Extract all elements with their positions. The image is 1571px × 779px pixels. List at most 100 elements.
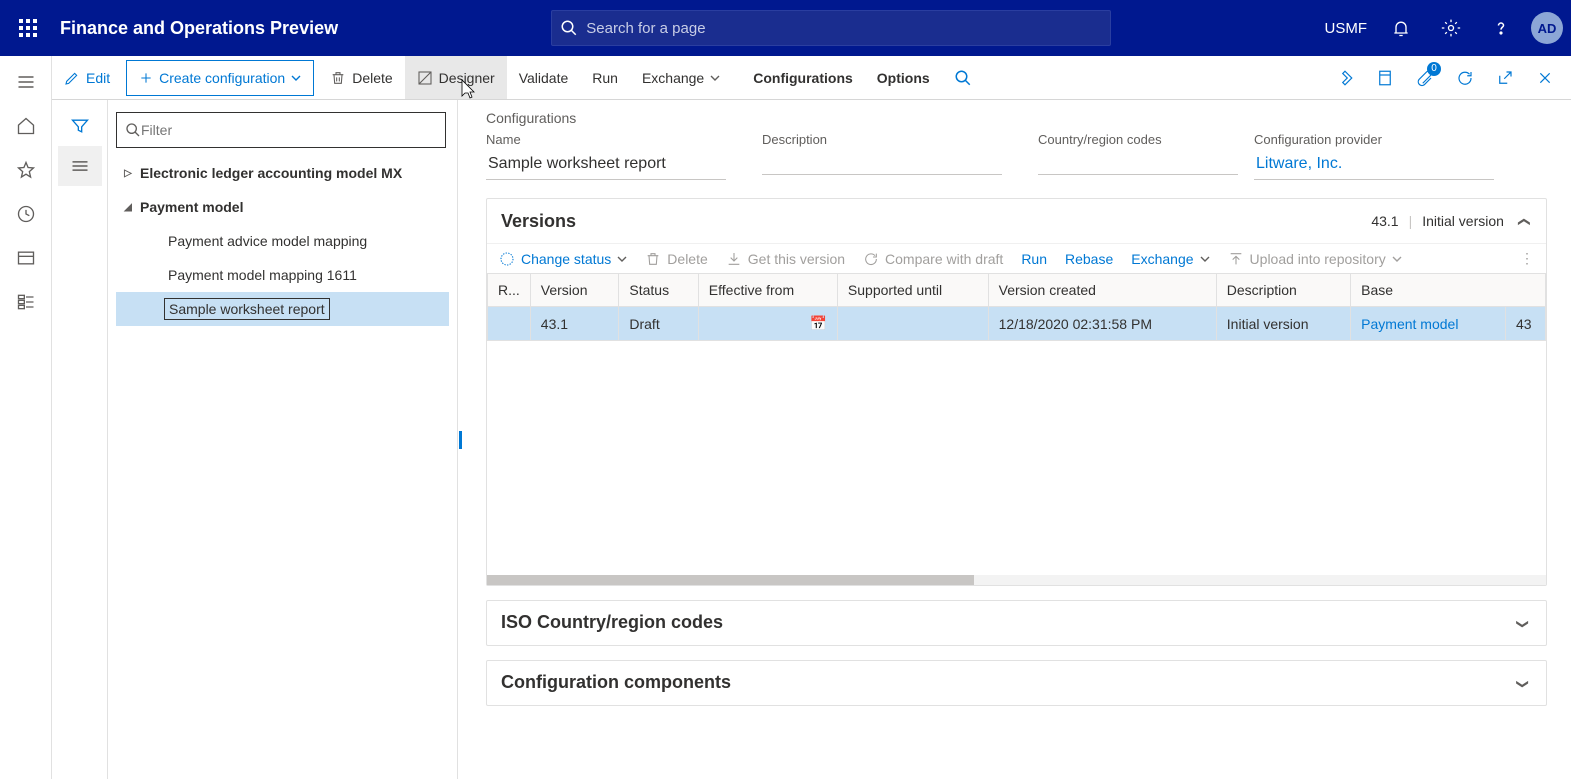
waffle-icon[interactable] bbox=[8, 8, 48, 48]
section-title: Versions bbox=[501, 211, 576, 232]
trash-icon bbox=[645, 251, 661, 267]
delete-button[interactable]: Delete bbox=[318, 56, 404, 99]
tree-node[interactable]: Payment advice model mapping bbox=[116, 224, 449, 258]
upload-icon bbox=[1228, 251, 1244, 267]
create-configuration-button[interactable]: Create configuration bbox=[126, 60, 314, 96]
edit-button[interactable]: Edit bbox=[52, 56, 122, 99]
chevron-down-icon bbox=[710, 73, 720, 83]
cell-base-ver[interactable]: 43 bbox=[1506, 307, 1546, 341]
designer-button[interactable]: Designer bbox=[405, 56, 507, 99]
tree-node[interactable]: ▷ Electronic ledger accounting model MX bbox=[116, 156, 449, 190]
row-selector[interactable] bbox=[488, 307, 531, 341]
rebase-button[interactable]: Rebase bbox=[1065, 251, 1113, 267]
search-action[interactable] bbox=[942, 56, 984, 99]
expand-icon[interactable]: ▷ bbox=[120, 168, 136, 179]
modules-icon[interactable] bbox=[4, 282, 48, 322]
cell-version[interactable]: 43.1 bbox=[530, 307, 619, 341]
help-icon[interactable] bbox=[1481, 8, 1521, 48]
country-value[interactable] bbox=[1038, 151, 1238, 175]
run-button[interactable]: Run bbox=[580, 56, 630, 99]
field-label: Description bbox=[762, 132, 1002, 147]
hamburger-icon[interactable] bbox=[4, 62, 48, 102]
funnel-icon[interactable] bbox=[58, 106, 102, 146]
document-icon[interactable] bbox=[1367, 60, 1403, 96]
action-bar: Edit Create configuration Delete Designe… bbox=[52, 56, 1571, 100]
filter-strip bbox=[52, 100, 108, 779]
section-title: Configuration components bbox=[501, 672, 731, 693]
more-icon[interactable]: ⋮ bbox=[1520, 250, 1534, 267]
field-label: Name bbox=[486, 132, 726, 147]
col-effective[interactable]: Effective from bbox=[698, 274, 837, 307]
provider-link[interactable]: Litware, Inc. bbox=[1254, 151, 1494, 180]
cell-supported[interactable] bbox=[837, 307, 988, 341]
plus-icon bbox=[139, 71, 153, 85]
collapse-icon[interactable]: ◢ bbox=[120, 202, 136, 213]
versions-grid: R... Version Status Effective from Suppo… bbox=[487, 273, 1546, 571]
tree-filter-input[interactable] bbox=[141, 122, 437, 138]
change-status-button[interactable]: Change status bbox=[499, 251, 627, 267]
validate-button[interactable]: Validate bbox=[507, 56, 581, 99]
tree-node-selected[interactable]: Sample worksheet report bbox=[116, 292, 449, 326]
expand-icon[interactable] bbox=[1514, 671, 1532, 695]
col-created[interactable]: Version created bbox=[988, 274, 1216, 307]
attachments-icon[interactable]: 0 bbox=[1407, 60, 1443, 96]
expand-icon[interactable] bbox=[1514, 611, 1532, 635]
recent-icon[interactable] bbox=[4, 194, 48, 234]
trash-icon bbox=[330, 70, 346, 86]
diamond-icon[interactable] bbox=[1327, 60, 1363, 96]
star-icon[interactable] bbox=[4, 150, 48, 190]
col-description[interactable]: Description bbox=[1216, 274, 1350, 307]
workspace-icon[interactable] bbox=[4, 238, 48, 278]
designer-icon bbox=[417, 70, 433, 86]
popout-icon[interactable] bbox=[1487, 60, 1523, 96]
breadcrumb: Configurations bbox=[486, 110, 1547, 126]
calendar-icon[interactable]: 📅 bbox=[809, 315, 826, 332]
tree-filter[interactable] bbox=[116, 112, 446, 148]
exchange-button[interactable]: Exchange bbox=[630, 56, 732, 99]
col-version[interactable]: Version bbox=[530, 274, 619, 307]
section-title: ISO Country/region codes bbox=[501, 612, 723, 633]
description-value[interactable] bbox=[762, 151, 1002, 175]
gear-icon[interactable] bbox=[1431, 8, 1471, 48]
options-nav[interactable]: Options bbox=[865, 56, 942, 99]
tree-node[interactable]: ◢ Payment model bbox=[116, 190, 449, 224]
home-icon[interactable] bbox=[4, 106, 48, 146]
chevron-down-icon bbox=[1392, 254, 1402, 264]
refresh-icon bbox=[863, 251, 879, 267]
iso-section[interactable]: ISO Country/region codes bbox=[486, 600, 1547, 646]
refresh-icon[interactable] bbox=[1447, 60, 1483, 96]
cell-effective[interactable]: 📅 bbox=[698, 307, 837, 341]
search-icon bbox=[560, 19, 578, 37]
name-value[interactable]: Sample worksheet report bbox=[486, 151, 726, 180]
col-base[interactable]: Base bbox=[1351, 274, 1546, 307]
configuration-tree: ▷ Electronic ledger accounting model MX … bbox=[108, 100, 458, 779]
collapse-icon[interactable] bbox=[1514, 209, 1532, 233]
table-row[interactable]: 43.1 Draft 📅 12/18/2020 02:31:58 PM Init… bbox=[488, 307, 1546, 341]
components-section[interactable]: Configuration components bbox=[486, 660, 1547, 706]
col-supported[interactable]: Supported until bbox=[837, 274, 988, 307]
cell-base-name[interactable]: Payment model bbox=[1351, 307, 1506, 341]
col-status[interactable]: Status bbox=[619, 274, 698, 307]
horizontal-scrollbar[interactable] bbox=[487, 575, 1546, 585]
search-input[interactable] bbox=[586, 20, 1110, 37]
close-icon[interactable] bbox=[1527, 60, 1563, 96]
global-search[interactable] bbox=[551, 10, 1111, 46]
cell-status[interactable]: Draft bbox=[619, 307, 698, 341]
company-label[interactable]: USMF bbox=[1325, 20, 1368, 37]
cell-created[interactable]: 12/18/2020 02:31:58 PM bbox=[988, 307, 1216, 341]
download-icon bbox=[726, 251, 742, 267]
pencil-icon bbox=[64, 70, 80, 86]
chevron-down-icon bbox=[617, 254, 627, 264]
col-rowselect[interactable]: R... bbox=[488, 274, 531, 307]
cell-description[interactable]: Initial version bbox=[1216, 307, 1350, 341]
version-exchange-button[interactable]: Exchange bbox=[1131, 251, 1209, 267]
versions-section: Versions 43.1 | Initial version Change s… bbox=[486, 198, 1547, 586]
bell-icon[interactable] bbox=[1381, 8, 1421, 48]
list-icon[interactable] bbox=[58, 146, 102, 186]
version-run-button[interactable]: Run bbox=[1021, 251, 1047, 267]
configurations-nav[interactable]: Configurations bbox=[741, 56, 865, 99]
avatar[interactable]: AD bbox=[1531, 12, 1563, 44]
chevron-down-icon bbox=[291, 73, 301, 83]
status-icon bbox=[499, 251, 515, 267]
tree-node[interactable]: Payment model mapping 1611 bbox=[116, 258, 449, 292]
